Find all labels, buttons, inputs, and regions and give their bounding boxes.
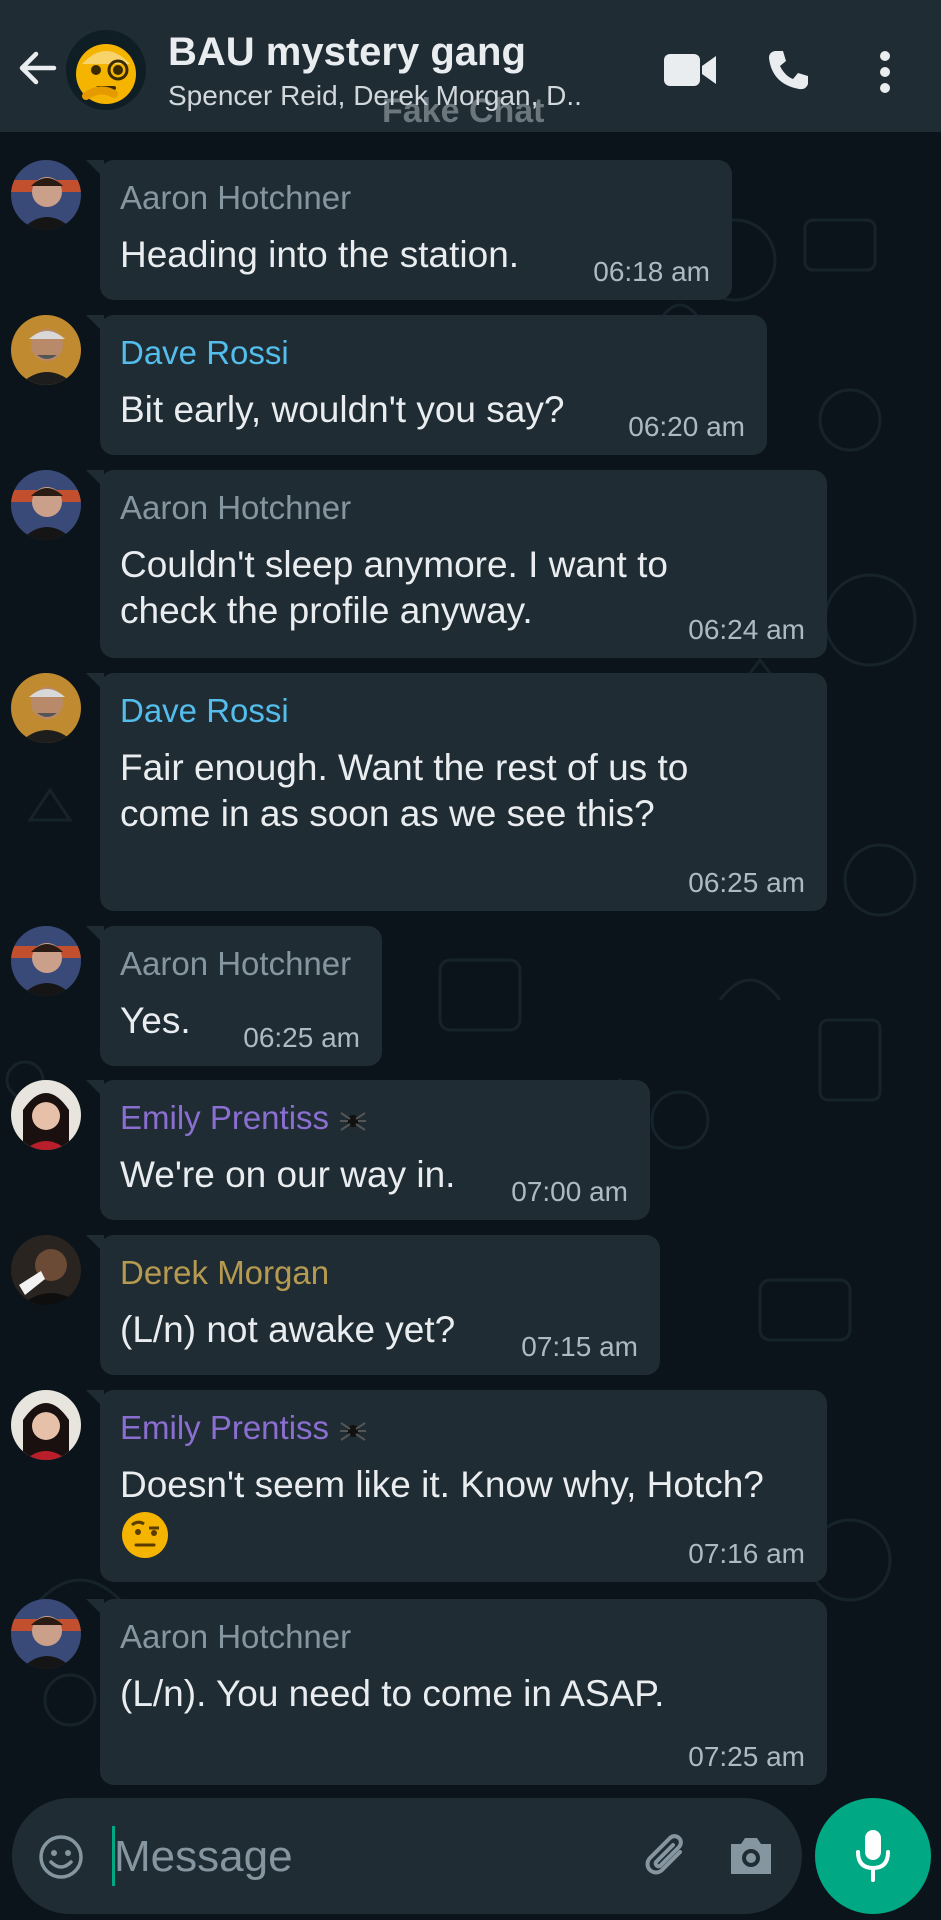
- message-sender: Emily Prentiss: [120, 1098, 630, 1138]
- avatar-image: [11, 1080, 81, 1150]
- avatar-image: [11, 926, 81, 996]
- message-time: 06:18 am: [593, 256, 710, 287]
- sender-avatar-hotchner[interactable]: [11, 1599, 81, 1669]
- message-time: 06:20 am: [628, 411, 745, 442]
- message-time: 06:25 am: [688, 867, 805, 898]
- message-sender: Dave Rossi: [120, 334, 289, 371]
- message-sender: Aaron Hotchner: [120, 489, 352, 526]
- message-bubble[interactable]: Emily Prentiss We're on our way in. 07:0…: [86, 1080, 650, 1220]
- message-input[interactable]: Message: [114, 1832, 293, 1882]
- message-bubble[interactable]: Derek Morgan (L/n) not awake yet? 07:15 …: [86, 1235, 660, 1375]
- chat-header: BAU mystery gang Spencer Reid, Derek Mor…: [0, 0, 941, 132]
- sender-avatar-hotchner[interactable]: [11, 470, 81, 540]
- sender-avatar-rossi[interactable]: [11, 673, 81, 743]
- sender-avatar-prentiss[interactable]: [11, 1080, 81, 1150]
- sender-avatar-hotchner[interactable]: [11, 926, 81, 996]
- sender-avatar-prentiss[interactable]: [11, 1390, 81, 1460]
- sender-avatar-morgan[interactable]: [11, 1235, 81, 1305]
- fake-chat-watermark: Fake Chat: [382, 92, 545, 130]
- more-options-icon[interactable]: [878, 50, 892, 94]
- camera-icon[interactable]: [727, 1834, 775, 1878]
- message-time: 06:25 am: [243, 1022, 360, 1053]
- chat-title[interactable]: BAU mystery gang: [168, 30, 526, 75]
- emoji-icon[interactable]: [38, 1834, 84, 1880]
- sender-avatar-rossi[interactable]: [11, 315, 81, 385]
- group-avatar-emoji: [76, 44, 136, 104]
- message-time: 07:00 am: [511, 1176, 628, 1207]
- message-input-bar: Message: [12, 1798, 802, 1914]
- message-sender: Derek Morgan: [120, 1254, 330, 1291]
- message-time: 06:24 am: [688, 614, 805, 645]
- mic-icon: [856, 1830, 890, 1882]
- sender-name: Emily Prentiss: [120, 1099, 330, 1136]
- avatar-image: [11, 673, 81, 743]
- sender-avatar-hotchner[interactable]: [11, 160, 81, 230]
- avatar-image: [11, 470, 81, 540]
- message-time: 07:25 am: [688, 1741, 805, 1772]
- avatar-image: [11, 1599, 81, 1669]
- message-sender: Aaron Hotchner: [120, 1618, 352, 1655]
- message-bubble[interactable]: Aaron Hotchner (L/n). You need to come i…: [86, 1599, 827, 1785]
- avatar-image: [11, 1390, 81, 1460]
- message-bubble[interactable]: Dave Rossi Bit early, wouldn't you say? …: [86, 315, 767, 455]
- message-text: Fair enough. Want the rest of us to come…: [120, 747, 689, 834]
- avatar-image: [11, 160, 81, 230]
- message-sender: Dave Rossi: [120, 692, 289, 729]
- message-bubble[interactable]: Aaron Hotchner Heading into the station.…: [86, 160, 732, 300]
- mic-button[interactable]: [815, 1798, 931, 1914]
- message-bubble[interactable]: Aaron Hotchner Yes. 06:25 am: [86, 926, 382, 1066]
- message-sender: Emily Prentiss: [120, 1408, 807, 1448]
- message-bubble[interactable]: Dave Rossi Fair enough. Want the rest of…: [86, 673, 827, 911]
- message-bubble[interactable]: Emily Prentiss Doesn't seem like it. Kno…: [86, 1390, 827, 1582]
- message-text: Doesn't seem like it. Know why, Hotch?: [120, 1464, 764, 1505]
- sender-name: Emily Prentiss: [120, 1409, 330, 1446]
- avatar-image: [11, 315, 81, 385]
- raised-eyebrow-emoji-icon: [122, 1512, 168, 1558]
- message-bubble[interactable]: Aaron Hotchner Couldn't sleep anymore. I…: [86, 470, 827, 658]
- phone-icon[interactable]: [766, 48, 810, 92]
- group-avatar[interactable]: [66, 30, 146, 110]
- message-sender: Aaron Hotchner: [120, 179, 352, 216]
- video-call-icon[interactable]: [662, 50, 718, 90]
- back-arrow-icon[interactable]: [14, 44, 62, 92]
- spider-icon: [340, 1112, 367, 1132]
- message-time: 07:16 am: [688, 1538, 805, 1569]
- spider-icon: [340, 1422, 367, 1442]
- message-text: (L/n). You need to come in ASAP.: [120, 1673, 665, 1714]
- avatar-image: [11, 1235, 81, 1305]
- attach-icon[interactable]: [640, 1832, 692, 1884]
- message-time: 07:15 am: [521, 1331, 638, 1362]
- message-sender: Aaron Hotchner: [120, 945, 352, 982]
